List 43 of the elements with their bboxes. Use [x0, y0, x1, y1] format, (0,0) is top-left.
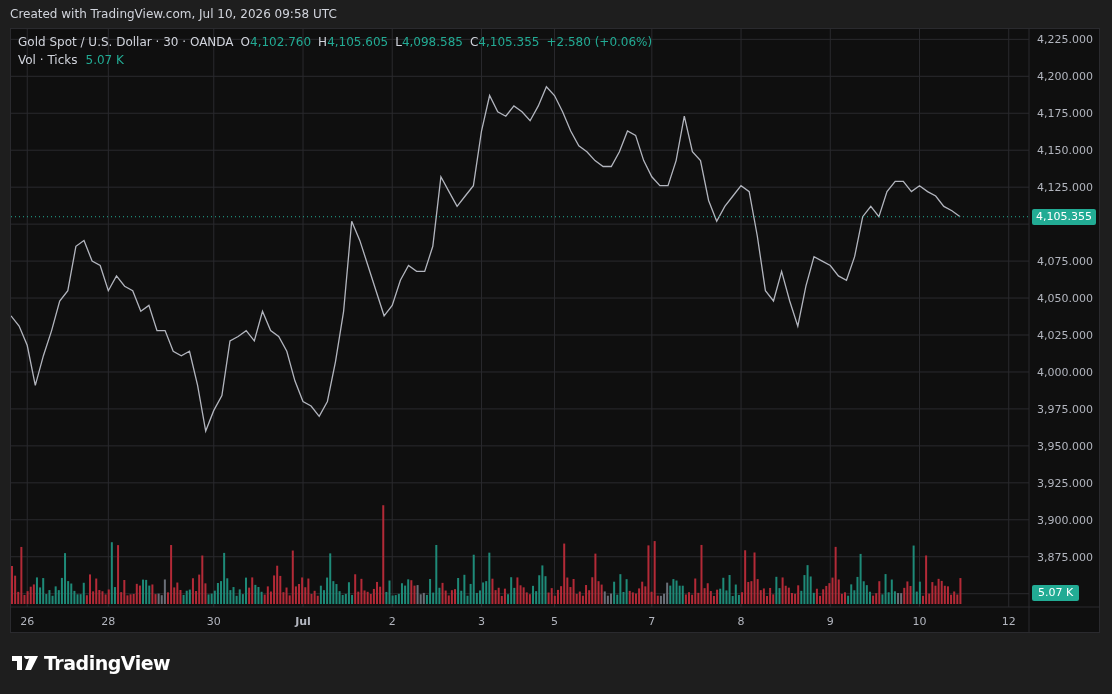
price-axis-label: 4,225.000: [1037, 33, 1093, 47]
ohlc-label: O: [240, 34, 250, 50]
ohlc-label: L: [395, 34, 402, 50]
ohlc-value: 4,102.760: [250, 34, 312, 50]
time-axis-label: 9: [826, 615, 834, 628]
price-axis-label: 3,950.000: [1037, 439, 1093, 453]
volume-value: 5.07 K: [85, 52, 124, 68]
time-axis-label: 10: [912, 615, 927, 628]
time-axis-label: 12: [1001, 615, 1016, 628]
volume-title: Vol · Ticks: [18, 52, 78, 68]
price-axis-label: 4,125.000: [1037, 181, 1093, 195]
price-axis-label: 3,875.000: [1037, 550, 1093, 564]
price-axis-label: 3,975.000: [1037, 402, 1093, 416]
time-axis-label: 7: [648, 615, 656, 628]
time-axis-label: 30: [206, 615, 221, 628]
symbol-title: Gold Spot / U.S. Dollar · 30 · OANDA: [18, 34, 234, 50]
price-axis-label: 4,000.000: [1037, 365, 1093, 379]
caption: Created with TradingView.com, Jul 10, 2026 09:58 UTC: [10, 6, 337, 23]
time-axis-label: 5: [550, 615, 558, 628]
price-axis-label: 4,050.000: [1037, 292, 1093, 306]
price-axis-label: 3,900.000: [1037, 513, 1093, 527]
ohlc-label: H: [318, 34, 328, 50]
time-axis-label: 2: [388, 615, 396, 628]
price-axis-label: 4,200.000: [1037, 70, 1093, 84]
price-change: +2.580 (+0.06%): [546, 34, 653, 50]
ohlc-value: 4,098.585: [401, 34, 463, 50]
price-axis-label: 4,025.000: [1037, 329, 1093, 342]
ohlc-value: 4,105.355: [478, 34, 540, 50]
brand-name: TradingView: [44, 651, 171, 676]
ohlc-label: C: [469, 34, 479, 50]
volume-badge: 5.07 K: [1032, 585, 1080, 601]
time-axis-label: 28: [101, 615, 116, 628]
time-axis-label: 26: [20, 615, 35, 628]
time-axis-label: Jul: [295, 615, 311, 628]
price-axis-label: 4,175.000: [1037, 107, 1093, 121]
time-axis-label: 3: [477, 615, 485, 628]
last-price-badge: 4,105.355: [1032, 208, 1096, 225]
price-axis-label: 4,150.000: [1037, 144, 1093, 158]
ohlc-value: 4,105.605: [327, 34, 389, 50]
price-axis-label: 4,075.000: [1037, 255, 1093, 269]
price-axis-label: 3,925.000: [1037, 476, 1093, 490]
time-axis-label: 8: [737, 615, 745, 628]
logo-icon: [12, 656, 38, 671]
